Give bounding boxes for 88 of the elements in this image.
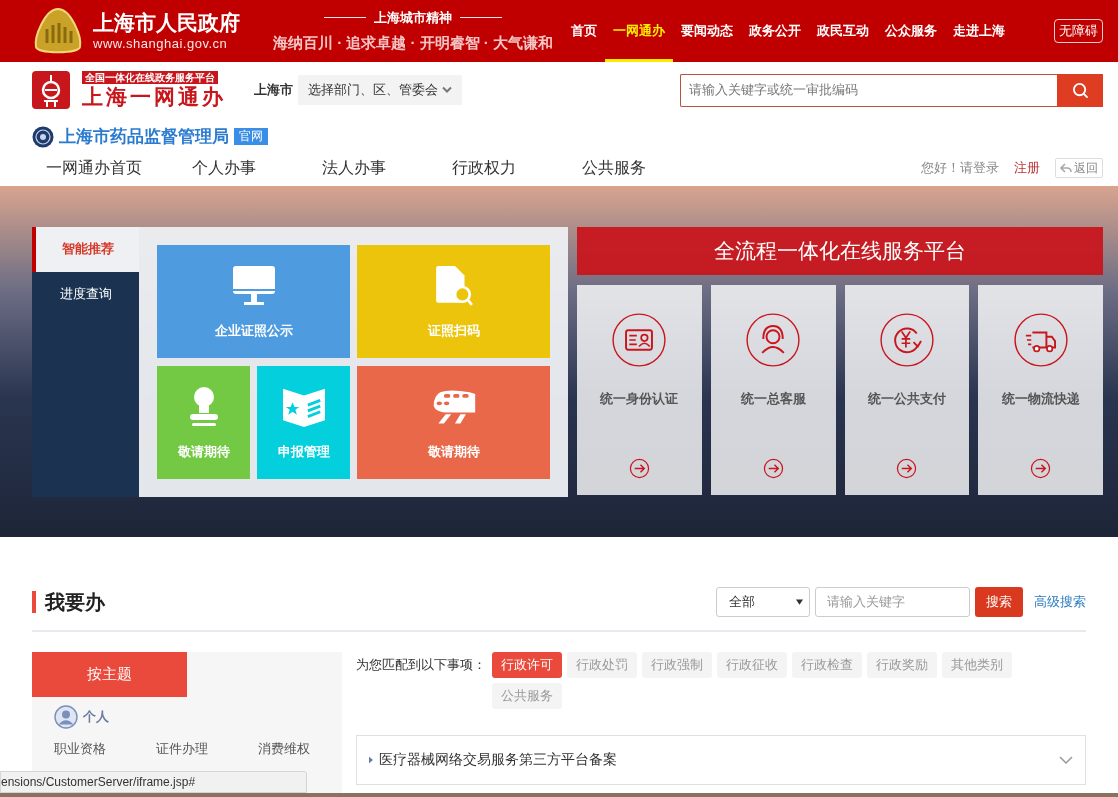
delivery-truck-icon xyxy=(1013,312,1068,367)
side-tab[interactable]: 进度查询 xyxy=(32,271,139,317)
category-tag[interactable]: 公共服务 xyxy=(492,682,562,709)
service-tile[interactable]: 敬请期待 xyxy=(357,365,550,479)
nav-link[interactable]: 首页 xyxy=(563,0,605,62)
service-label: 统一身份认证 xyxy=(600,389,679,408)
service-label: 统一总客服 xyxy=(740,389,806,408)
result-item[interactable]: 医疗器械网络交易服务第三方平台备案 xyxy=(356,734,1086,785)
arrow-right-icon xyxy=(762,458,784,479)
nav-link[interactable]: 公众服务 xyxy=(877,0,945,62)
dropdown-caret-icon xyxy=(796,598,803,605)
platform-name: 上海一网通办 xyxy=(82,85,226,109)
platform-badge: 全国一体化在线政务服务平台 xyxy=(82,71,218,84)
service-card[interactable]: 统一物流快递 xyxy=(978,284,1103,495)
department-select[interactable]: 选择部门、区、管委会 xyxy=(298,75,462,105)
nav-link[interactable]: 法人办事 xyxy=(322,155,452,180)
topic-link[interactable]: 消费维权 xyxy=(258,738,330,758)
tile-label: 申报管理 xyxy=(277,443,330,462)
matched-label: 为您匹配到以下事项： xyxy=(356,655,486,674)
topic-link[interactable]: 职业资格 xyxy=(54,738,126,758)
official-badge: 官网 xyxy=(234,128,268,146)
chevron-down-icon xyxy=(442,86,452,94)
nav-link[interactable]: 政民互动 xyxy=(809,0,877,62)
reply-arrow-icon xyxy=(1060,162,1072,173)
category-tag[interactable]: 行政许可 xyxy=(492,651,562,678)
site-title: 上海市人民政府 xyxy=(93,10,240,36)
search-button[interactable]: 搜索 xyxy=(975,586,1023,617)
category-tag[interactable]: 行政检查 xyxy=(792,651,862,678)
id-card-icon xyxy=(612,312,667,367)
accessibility-button[interactable]: 无障碍 xyxy=(1054,19,1103,43)
login-link[interactable]: 您好！请登录 xyxy=(921,157,999,178)
nav-link[interactable]: 一网通办首页 xyxy=(46,155,192,180)
open-book-icon xyxy=(280,386,327,429)
agency-name: 上海市药品监督管理局 xyxy=(59,126,229,148)
monitor-icon xyxy=(230,265,277,308)
arrow-right-icon xyxy=(1030,458,1052,479)
emblem-logo-icon xyxy=(33,7,83,55)
search-field[interactable]: 请输入关键字或统一审批编码 xyxy=(680,73,1057,107)
service-card[interactable]: 统一公共支付 xyxy=(844,284,970,495)
motto-title: 上海城市精神 xyxy=(374,9,452,27)
advanced-search-link[interactable]: 高级搜索 xyxy=(1034,591,1086,612)
result-title: 医疗器械网络交易服务第三方平台备案 xyxy=(379,750,617,769)
nav-link[interactable]: 走进上海 xyxy=(945,0,1013,62)
search-icon xyxy=(1071,81,1089,99)
scope-select[interactable]: 全部 xyxy=(716,586,810,617)
yen-refresh-icon xyxy=(879,312,934,367)
nav-link[interactable]: 行政权力 xyxy=(452,155,582,180)
status-bar-url: ensions/CustomerServer/iframe.jsp# xyxy=(0,771,307,793)
platform-banner: 全流程一体化在线服务平台 xyxy=(577,226,1103,275)
group-label: 个人 xyxy=(83,707,109,726)
tile-label: 敬请期待 xyxy=(177,443,230,462)
portal-logo-icon xyxy=(32,71,70,109)
category-tag[interactable]: 行政奖励 xyxy=(867,651,937,678)
city-motto: 海纳百川 · 追求卓越 · 开明睿智 · 大气谦和 xyxy=(273,32,553,53)
expand-triangle-icon xyxy=(369,755,373,764)
side-tab[interactable]: 智能推荐 xyxy=(32,226,139,272)
service-tile[interactable]: 企业证照公示 xyxy=(157,244,350,358)
chevron-down-icon xyxy=(1059,755,1073,764)
category-tag[interactable]: 行政强制 xyxy=(642,651,712,678)
register-link[interactable]: 注册 xyxy=(1014,157,1040,178)
theme-tab[interactable]: 按主题 xyxy=(32,651,187,697)
search-button[interactable] xyxy=(1057,73,1103,107)
keyword-field[interactable]: 请输入关键字 xyxy=(815,586,970,617)
tile-label: 敬请期待 xyxy=(427,443,480,462)
service-label: 统一公共支付 xyxy=(867,389,946,408)
back-button[interactable]: 返回 xyxy=(1055,157,1103,178)
city-label: 上海市 xyxy=(254,81,293,100)
nav-link[interactable]: 政务公开 xyxy=(741,0,809,62)
nav-link[interactable]: 要闻动态 xyxy=(673,0,741,62)
nav-link[interactable]: 公共服务 xyxy=(582,155,712,180)
tile-label: 证照扫码 xyxy=(427,322,480,341)
arrow-right-icon xyxy=(628,458,650,479)
site-url: www.shanghai.gov.cn xyxy=(93,36,229,52)
service-card[interactable]: 统一身份认证 xyxy=(577,284,702,495)
nav-link[interactable]: 一网通办 xyxy=(605,0,673,62)
nav-link[interactable]: 个人办事 xyxy=(192,155,322,180)
agency-emblem-icon xyxy=(32,125,54,148)
topic-link[interactable]: 证件办理 xyxy=(156,738,228,758)
arrow-right-icon xyxy=(896,458,918,479)
category-tag[interactable]: 其他类别 xyxy=(942,651,1012,678)
user-avatar-icon xyxy=(54,704,78,729)
category-tag[interactable]: 行政处罚 xyxy=(567,651,637,678)
tile-label: 企业证照公示 xyxy=(214,322,293,341)
category-tag[interactable]: 行政征收 xyxy=(717,651,787,678)
headset-person-icon xyxy=(746,312,801,367)
service-label: 统一物流快递 xyxy=(1001,389,1080,408)
service-card[interactable]: 统一总客服 xyxy=(710,284,836,495)
section-title: 我要办 xyxy=(45,589,105,615)
